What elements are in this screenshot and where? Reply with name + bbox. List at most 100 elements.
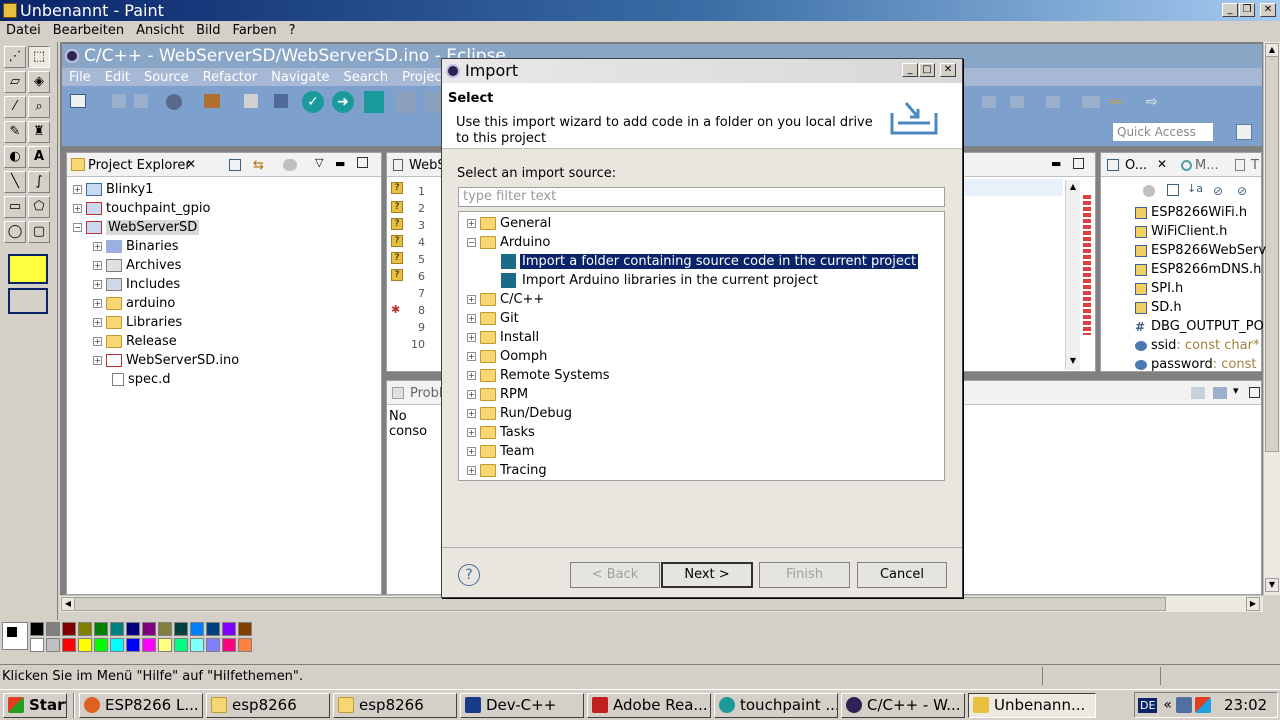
tree-item-import-folder[interactable]: Import a folder containing source code i… xyxy=(501,252,919,271)
minimize-view-icon[interactable]: ▬ xyxy=(335,157,345,170)
palette-swatch[interactable] xyxy=(94,638,108,652)
cancel-button[interactable]: Cancel xyxy=(857,562,947,588)
palette-swatch[interactable] xyxy=(206,622,220,636)
vertical-scrollbar[interactable]: ▲ ▼ xyxy=(1263,42,1280,595)
task-firefox[interactable]: ESP8266 L... xyxy=(79,692,203,718)
problems-tab[interactable]: Probl xyxy=(410,386,443,401)
eclipse-menu-refactor[interactable]: Refactor xyxy=(203,70,258,85)
expand-icon[interactable]: + xyxy=(93,356,102,365)
task-touchpaint[interactable]: touchpaint ... xyxy=(714,692,838,718)
sort-alpha-icon[interactable]: ↓a xyxy=(1187,182,1203,195)
dialog-maximize-button[interactable]: □ xyxy=(919,63,935,77)
tree-item-arduino[interactable]: + arduino xyxy=(93,294,175,313)
tree-item-includes[interactable]: + Includes xyxy=(93,275,180,294)
palette-swatch[interactable] xyxy=(78,622,92,636)
toolbar-annotation-icon[interactable] xyxy=(1010,96,1024,108)
eclipse-menu-file[interactable]: File xyxy=(69,70,91,85)
expand-icon[interactable]: + xyxy=(467,390,476,399)
task-adobe-reader[interactable]: Adobe Rea... xyxy=(587,692,711,718)
close-tab-icon[interactable]: ✕ xyxy=(1157,157,1167,171)
palette-swatch[interactable] xyxy=(190,638,204,652)
import-toolbar-icon[interactable] xyxy=(396,91,416,113)
scroll-right-icon[interactable]: ▶ xyxy=(1246,597,1260,611)
back-button[interactable]: < Back xyxy=(570,562,660,588)
overview-ruler[interactable] xyxy=(1083,195,1091,335)
maximize-view-icon[interactable] xyxy=(357,157,368,168)
horizontal-scroll-thumb[interactable] xyxy=(74,597,1166,611)
tree-item-oomph[interactable]: + Oomph xyxy=(467,347,547,366)
tree-item-libraries[interactable]: + Libraries xyxy=(93,313,182,332)
eclipse-menu-navigate[interactable]: Navigate xyxy=(271,70,329,85)
task-eclipse[interactable]: C/C++ - W... xyxy=(841,692,965,718)
collapse-all-icon[interactable] xyxy=(229,159,241,171)
rectangle-tool-icon[interactable]: ▭ xyxy=(4,196,26,218)
new-sketch-icon[interactable] xyxy=(364,91,384,113)
scroll-down-icon[interactable]: ▼ xyxy=(1265,578,1279,592)
line-tool-icon[interactable]: ╲ xyxy=(4,171,26,193)
color-picker-tool-icon[interactable]: ⁄ xyxy=(4,96,26,118)
eraser-tool-icon[interactable]: ▱ xyxy=(4,71,26,93)
collapse-icon[interactable]: − xyxy=(73,223,82,232)
palette-swatch[interactable] xyxy=(46,622,60,636)
free-select-tool-icon[interactable]: ⋰ xyxy=(4,46,26,68)
current-colors[interactable] xyxy=(2,622,28,650)
start-button[interactable]: Start xyxy=(3,692,67,718)
palette-swatch[interactable] xyxy=(110,622,124,636)
save-icon[interactable] xyxy=(112,94,126,108)
make-target-tab[interactable]: M... xyxy=(1195,158,1219,173)
outline-item[interactable]: WiFiClient.h xyxy=(1135,222,1227,241)
expand-icon[interactable]: + xyxy=(93,261,102,270)
outline-item[interactable]: ESP8266WiFi.h xyxy=(1135,203,1247,222)
polygon-tool-icon[interactable]: ⬠ xyxy=(28,196,50,218)
expand-icon[interactable]: + xyxy=(93,242,102,251)
minimize-view-icon[interactable]: ▬ xyxy=(1051,157,1061,170)
tree-item-binaries[interactable]: + Binaries xyxy=(93,237,178,256)
palette-swatch[interactable] xyxy=(158,622,172,636)
tree-item-release[interactable]: + Release xyxy=(93,332,177,351)
expand-icon[interactable]: + xyxy=(93,299,102,308)
expand-icon[interactable]: + xyxy=(73,185,82,194)
tree-item-spec-d[interactable]: spec.d xyxy=(106,370,171,389)
brush-tool-icon[interactable]: ♜ xyxy=(28,121,50,143)
eclipse-menu-source[interactable]: Source xyxy=(144,70,189,85)
new-icon[interactable] xyxy=(70,94,86,108)
forward-arrow-icon[interactable]: ⇨ xyxy=(1146,94,1164,110)
palette-swatch[interactable] xyxy=(238,622,252,636)
security-icon[interactable] xyxy=(1195,697,1211,713)
outline-item[interactable]: SD.h xyxy=(1135,298,1182,317)
text-tool-icon[interactable]: A xyxy=(28,146,50,168)
transparent-option-icon[interactable] xyxy=(8,288,48,314)
tree-item-general[interactable]: + General xyxy=(467,214,551,233)
palette-swatch[interactable] xyxy=(30,638,44,652)
tree-item-tasks[interactable]: + Tasks xyxy=(467,423,535,442)
tree-item-webserversd[interactable]: − WebServerSD xyxy=(73,218,200,237)
palette-swatch[interactable] xyxy=(238,638,252,652)
dialog-minimize-button[interactable]: _ xyxy=(902,63,918,77)
menu-datei[interactable]: Datei xyxy=(6,23,41,38)
palette-swatch[interactable] xyxy=(62,622,76,636)
maximize-view-icon[interactable] xyxy=(1249,387,1260,398)
view-menu-icon[interactable]: ▽ xyxy=(315,156,323,169)
binary-icon[interactable] xyxy=(244,94,258,108)
palette-swatch[interactable] xyxy=(142,638,156,652)
palette-swatch[interactable] xyxy=(126,622,140,636)
editor-vscroll[interactable]: ▲ ▼ xyxy=(1065,180,1080,370)
menu-farben[interactable]: Farben xyxy=(233,23,277,38)
expand-icon[interactable]: + xyxy=(467,428,476,437)
menu-bearbeiten[interactable]: Bearbeiten xyxy=(53,23,124,38)
filter-icon[interactable] xyxy=(283,159,297,171)
hammer-icon[interactable] xyxy=(204,94,220,108)
tree-item-tracing[interactable]: + Tracing xyxy=(467,461,547,480)
task-explorer-1[interactable]: esp8266 xyxy=(206,692,330,718)
menu-bild[interactable]: Bild xyxy=(196,23,220,38)
tray-expand-icon[interactable]: « xyxy=(1163,697,1172,713)
expand-icon[interactable]: + xyxy=(467,295,476,304)
tree-item-arduino[interactable]: − Arduino xyxy=(467,233,550,252)
expand-icon[interactable]: + xyxy=(93,337,102,346)
outline-item[interactable]: # DBG_OUTPUT_PO xyxy=(1135,317,1264,336)
import-dialog-title-bar[interactable]: Import _ □ ✕ xyxy=(442,59,962,83)
hide-static-icon[interactable]: ⊘ xyxy=(1237,184,1247,198)
palette-swatch[interactable] xyxy=(78,638,92,652)
palette-swatch[interactable] xyxy=(158,638,172,652)
dialog-close-button[interactable]: ✕ xyxy=(940,63,956,77)
